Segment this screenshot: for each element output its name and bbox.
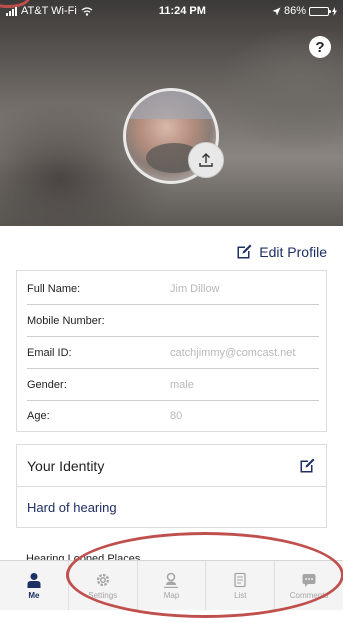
field-full-name[interactable]: Full Name: Jim Dillow bbox=[27, 273, 319, 305]
tab-settings[interactable]: Settings bbox=[67, 561, 137, 610]
tab-comments[interactable]: Comments bbox=[274, 561, 343, 610]
tab-label: Map bbox=[163, 590, 180, 600]
field-value: 80 bbox=[170, 410, 183, 422]
tab-map[interactable]: Map bbox=[136, 561, 206, 610]
identity-value[interactable]: Hard of hearing bbox=[17, 487, 326, 528]
battery-percent: 86% bbox=[283, 5, 306, 17]
status-bar: AT&T Wi-Fi 11:24 PM 86% bbox=[0, 0, 343, 22]
field-age[interactable]: Age: 80 bbox=[27, 400, 319, 432]
edit-profile-button[interactable]: Edit Profile bbox=[236, 243, 327, 260]
tab-list[interactable]: List bbox=[205, 561, 274, 610]
tab-label: Comments bbox=[289, 590, 329, 600]
location-arrow-icon bbox=[272, 7, 281, 15]
wifi-icon bbox=[81, 6, 93, 16]
upload-photo-button[interactable] bbox=[188, 142, 224, 178]
field-label: Mobile Number: bbox=[27, 314, 105, 327]
upload-icon bbox=[199, 153, 213, 167]
edit-identity-icon[interactable] bbox=[299, 457, 316, 474]
edit-icon bbox=[237, 244, 252, 259]
field-mobile-number[interactable]: Mobile Number: bbox=[27, 305, 319, 337]
tab-label: Me bbox=[28, 590, 40, 600]
tab-bar: Me Settings Map List Comments bbox=[0, 560, 343, 610]
profile-screen: ? AT&T Wi-Fi 11:24 PM 86% Edit Profile F… bbox=[0, 0, 343, 622]
field-label: Gender: bbox=[27, 378, 67, 391]
field-label: Full Name: bbox=[27, 282, 81, 295]
identity-header: Your Identity bbox=[17, 445, 326, 487]
comment-icon bbox=[302, 573, 316, 587]
charging-icon bbox=[332, 6, 337, 16]
list-icon bbox=[234, 572, 246, 587]
help-button[interactable]: ? bbox=[309, 36, 331, 58]
carrier-label: AT&T Wi-Fi bbox=[21, 5, 77, 17]
field-gender[interactable]: Gender: male bbox=[27, 369, 319, 401]
edit-profile-label: Edit Profile bbox=[259, 243, 327, 260]
battery-icon bbox=[309, 6, 331, 16]
map-pin-person-icon bbox=[164, 572, 179, 588]
field-value: Jim Dillow bbox=[170, 282, 220, 295]
field-label: Email ID: bbox=[27, 346, 72, 359]
tab-label: Settings bbox=[88, 590, 118, 600]
header-photo: ? bbox=[0, 0, 343, 226]
status-time: 11:24 PM bbox=[158, 5, 206, 17]
tab-me[interactable]: Me bbox=[0, 561, 68, 610]
field-value: catchjimmy@comcast.net bbox=[170, 346, 296, 359]
tab-label: List bbox=[234, 590, 247, 600]
identity-title: Your Identity bbox=[27, 457, 105, 474]
signal-icon bbox=[6, 6, 17, 16]
profile-card: Full Name: Jim Dillow Mobile Number: Ema… bbox=[16, 270, 327, 432]
gear-icon bbox=[96, 573, 109, 586]
avatar-shirt bbox=[126, 91, 216, 119]
identity-card: Your Identity Hard of hearing bbox=[16, 444, 327, 528]
field-email[interactable]: Email ID: catchjimmy@comcast.net bbox=[27, 337, 319, 369]
field-value: male bbox=[170, 378, 194, 391]
person-icon bbox=[27, 572, 41, 588]
field-label: Age: bbox=[27, 410, 50, 422]
